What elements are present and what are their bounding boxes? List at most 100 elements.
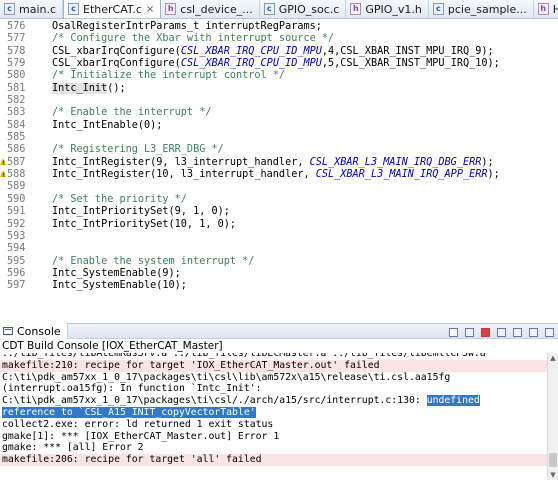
code-line: 579 CSL_xbarIrqConfigure(CSL_XBAR_IRQ_CPU… <box>0 58 558 70</box>
line-number: 580 <box>7 70 26 82</box>
console-text: makefile:206: recipe for target 'all' fa… <box>2 454 262 466</box>
code-macro: CSL_XBAR_L3_MAIN_IRQ_APP_ERR <box>315 169 488 181</box>
code-line: 593 <box>0 231 558 243</box>
console-text: ../lib_files/libAtemRasSrv.a ../lib_file… <box>2 353 486 359</box>
editor-tab-label: EtherCAT.c <box>83 2 142 16</box>
scroll-up-arrow-icon[interactable]: ▲ <box>548 353 558 363</box>
clear-console-icon[interactable] <box>446 326 460 339</box>
line-number: 591 <box>7 206 26 218</box>
console-toolbar <box>444 324 556 340</box>
code-text: Intc_IntRegister(10, l3_interrupt_handle… <box>52 169 500 181</box>
code-line: 595 /* Enable the system interrupt */ <box>0 256 558 268</box>
editor-tab[interactable]: c main.c <box>0 0 64 18</box>
console-text: collect2.exe: error: ld returned 1 exit … <box>2 418 274 430</box>
code-comment: /* Initialize the interrupt control */ <box>52 70 286 82</box>
code-token: Intc_IntRegister(10, l3_interrupt_handle… <box>52 169 316 181</box>
code-text: Intc_IntRegister(9, l3_interrupt_handler… <box>52 157 494 169</box>
code-lines: 576 OsalRegisterIntrParams_t interruptReg… <box>0 21 558 293</box>
warning-marker-icon[interactable] <box>0 157 7 170</box>
code-text: /* Registering L3_ERR_DBG */ <box>52 144 224 156</box>
open-console-icon[interactable] <box>510 326 524 339</box>
code-line: 588 Intc_IntRegister(10, l3_interrupt_han… <box>0 169 558 182</box>
code-line: 576 OsalRegisterIntrParams_t interruptReg… <box>0 21 558 33</box>
scroll-lock-icon[interactable] <box>462 326 476 339</box>
scrollbar-thumb[interactable] <box>549 453 557 467</box>
editor-tab-bar: c main.c c EtherCAT.c × h csl_device_... c GPIO_… <box>0 0 558 19</box>
code-line: 590 /* Set the priority */ <box>0 194 558 206</box>
minimize-icon[interactable] <box>526 326 540 339</box>
editor-tab[interactable]: c EtherCAT.c × <box>63 0 162 18</box>
code-text: CSL_xbarIrqConfigure(CSL_XBAR_IRQ_CPU_ID… <box>52 58 500 70</box>
console-line: gmake: *** [all] Error 2 <box>0 442 547 454</box>
code-text: CSL_xbarIrqConfigure(CSL_XBAR_IRQ_CPU_ID… <box>52 46 494 58</box>
editor-tab-label: GPIO_soc.c <box>278 2 340 16</box>
code-line: 597 Intc_SystemEnable(10); <box>0 280 558 292</box>
maximize-icon[interactable] <box>542 326 556 339</box>
code-comment: /* Enable the interrupt */ <box>52 107 212 119</box>
line-number: 596 <box>7 267 26 279</box>
console-tab[interactable]: Console <box>0 323 68 339</box>
line-number: 594 <box>7 243 26 255</box>
code-line: 577 /* Configure the Xbar with interrupt … <box>0 33 558 45</box>
line-number: 597 <box>7 280 26 292</box>
pin-console-icon-glyph <box>480 327 490 337</box>
code-token: (); <box>107 82 126 94</box>
code-text: Intc_SystemEnable(10); <box>52 280 187 292</box>
console-output[interactable]: ../lib_files/libAtemRasSrv.a ../lib_file… <box>0 353 547 480</box>
code-token: Intc_SystemEnable(9); <box>52 267 181 279</box>
code-text: /* Enable the system interrupt */ <box>52 256 254 268</box>
console-text: (interrupt.oa15fg): In function `Intc_In… <box>2 383 262 395</box>
editor-tab-label: HwiP.h <box>553 3 558 16</box>
code-line: 587 Intc_IntRegister(9, l3_interrupt_hand… <box>0 157 558 170</box>
console-error-line: makefile:206: recipe for target 'all' fa… <box>0 454 547 466</box>
code-line: 584 Intc_IntEnable(0); <box>0 120 558 132</box>
editor-tab-label: pcie_sample... <box>447 2 527 16</box>
console-selected-text[interactable]: undefined <box>426 395 480 407</box>
console-text: C:\ti\pdk_am57xx_1_0_17\packages\ti\csl/… <box>2 395 427 407</box>
maximize-icon-glyph <box>544 327 554 337</box>
code-token: Intc_Init <box>52 82 108 94</box>
console-view-header: Console <box>0 323 558 339</box>
console-subtitle: CDT Build Console [IOX_EtherCAT_Master] <box>0 339 558 353</box>
line-number: 584 <box>7 119 26 131</box>
code-text: OsalRegisterIntrParams_t interruptRegPar… <box>52 21 322 33</box>
display-console-icon[interactable] <box>494 326 508 339</box>
code-text: /* Configure the Xbar with interrupt sou… <box>52 33 334 45</box>
scroll-down-arrow-icon[interactable]: ▼ <box>548 470 558 480</box>
code-token: CSL_xbarIrqConfigure( <box>52 58 181 70</box>
console-tab-label: Console <box>17 324 61 338</box>
code-token: ,4,CSL_XBAR_INST_MPU_IRQ_9); <box>321 45 494 57</box>
code-editor[interactable]: 576 OsalRegisterIntrParams_t interruptReg… <box>0 19 558 323</box>
console-vertical-scrollbar[interactable]: ▲ ▼ <box>547 353 558 480</box>
line-number: 588 <box>7 169 26 181</box>
console-text: gmake[1]: *** [IOX_EtherCAT_Master.out] … <box>2 430 280 442</box>
console-line: C:\ti\pdk_am57xx_1_0_17\packages\ti\csl\… <box>0 372 547 384</box>
open-console-icon-glyph <box>512 327 522 337</box>
c-file-icon: c <box>68 3 80 15</box>
line-number: 589 <box>7 181 26 193</box>
code-comment: /* Set the priority */ <box>52 193 187 205</box>
line-number: 579 <box>7 58 26 70</box>
editor-tab[interactable]: c pcie_sample... <box>429 0 534 18</box>
editor-tab[interactable]: h GPIO_v1.h <box>346 0 429 18</box>
code-token: ); <box>487 169 500 181</box>
code-token: Intc_IntRegister(9, l3_interrupt_handler… <box>52 156 310 168</box>
editor-tab[interactable]: c GPIO_soc.c <box>260 0 347 18</box>
line-number: 592 <box>7 218 26 230</box>
editor-tab[interactable]: h HwiP.h <box>534 0 558 18</box>
editor-tab-label: main.c <box>19 2 57 16</box>
code-line: 581 Intc_Init(); <box>0 82 558 95</box>
code-macro: CSL_XBAR_IRQ_CPU_ID_MPU <box>180 45 322 57</box>
pin-console-icon[interactable] <box>478 326 492 339</box>
console-line: gmake[1]: *** [IOX_EtherCAT_Master.out] … <box>0 431 547 443</box>
console-line: collect2.exe: error: ld returned 1 exit … <box>0 419 547 431</box>
console-selected-text[interactable]: reference to `CSL_A15_INIT_copyVectorTab… <box>2 406 256 418</box>
code-line: 580 /* Initialize the interrupt control *… <box>0 70 558 82</box>
code-macro: CSL_XBAR_IRQ_CPU_ID_MPU <box>180 58 322 70</box>
code-line: 585 <box>0 132 558 144</box>
line-number: 586 <box>7 144 26 156</box>
warning-marker-icon[interactable] <box>0 170 7 182</box>
close-tab-icon[interactable]: × <box>146 4 154 15</box>
c-file-icon: c <box>432 3 444 15</box>
editor-tab[interactable]: h csl_device_... <box>161 0 260 18</box>
